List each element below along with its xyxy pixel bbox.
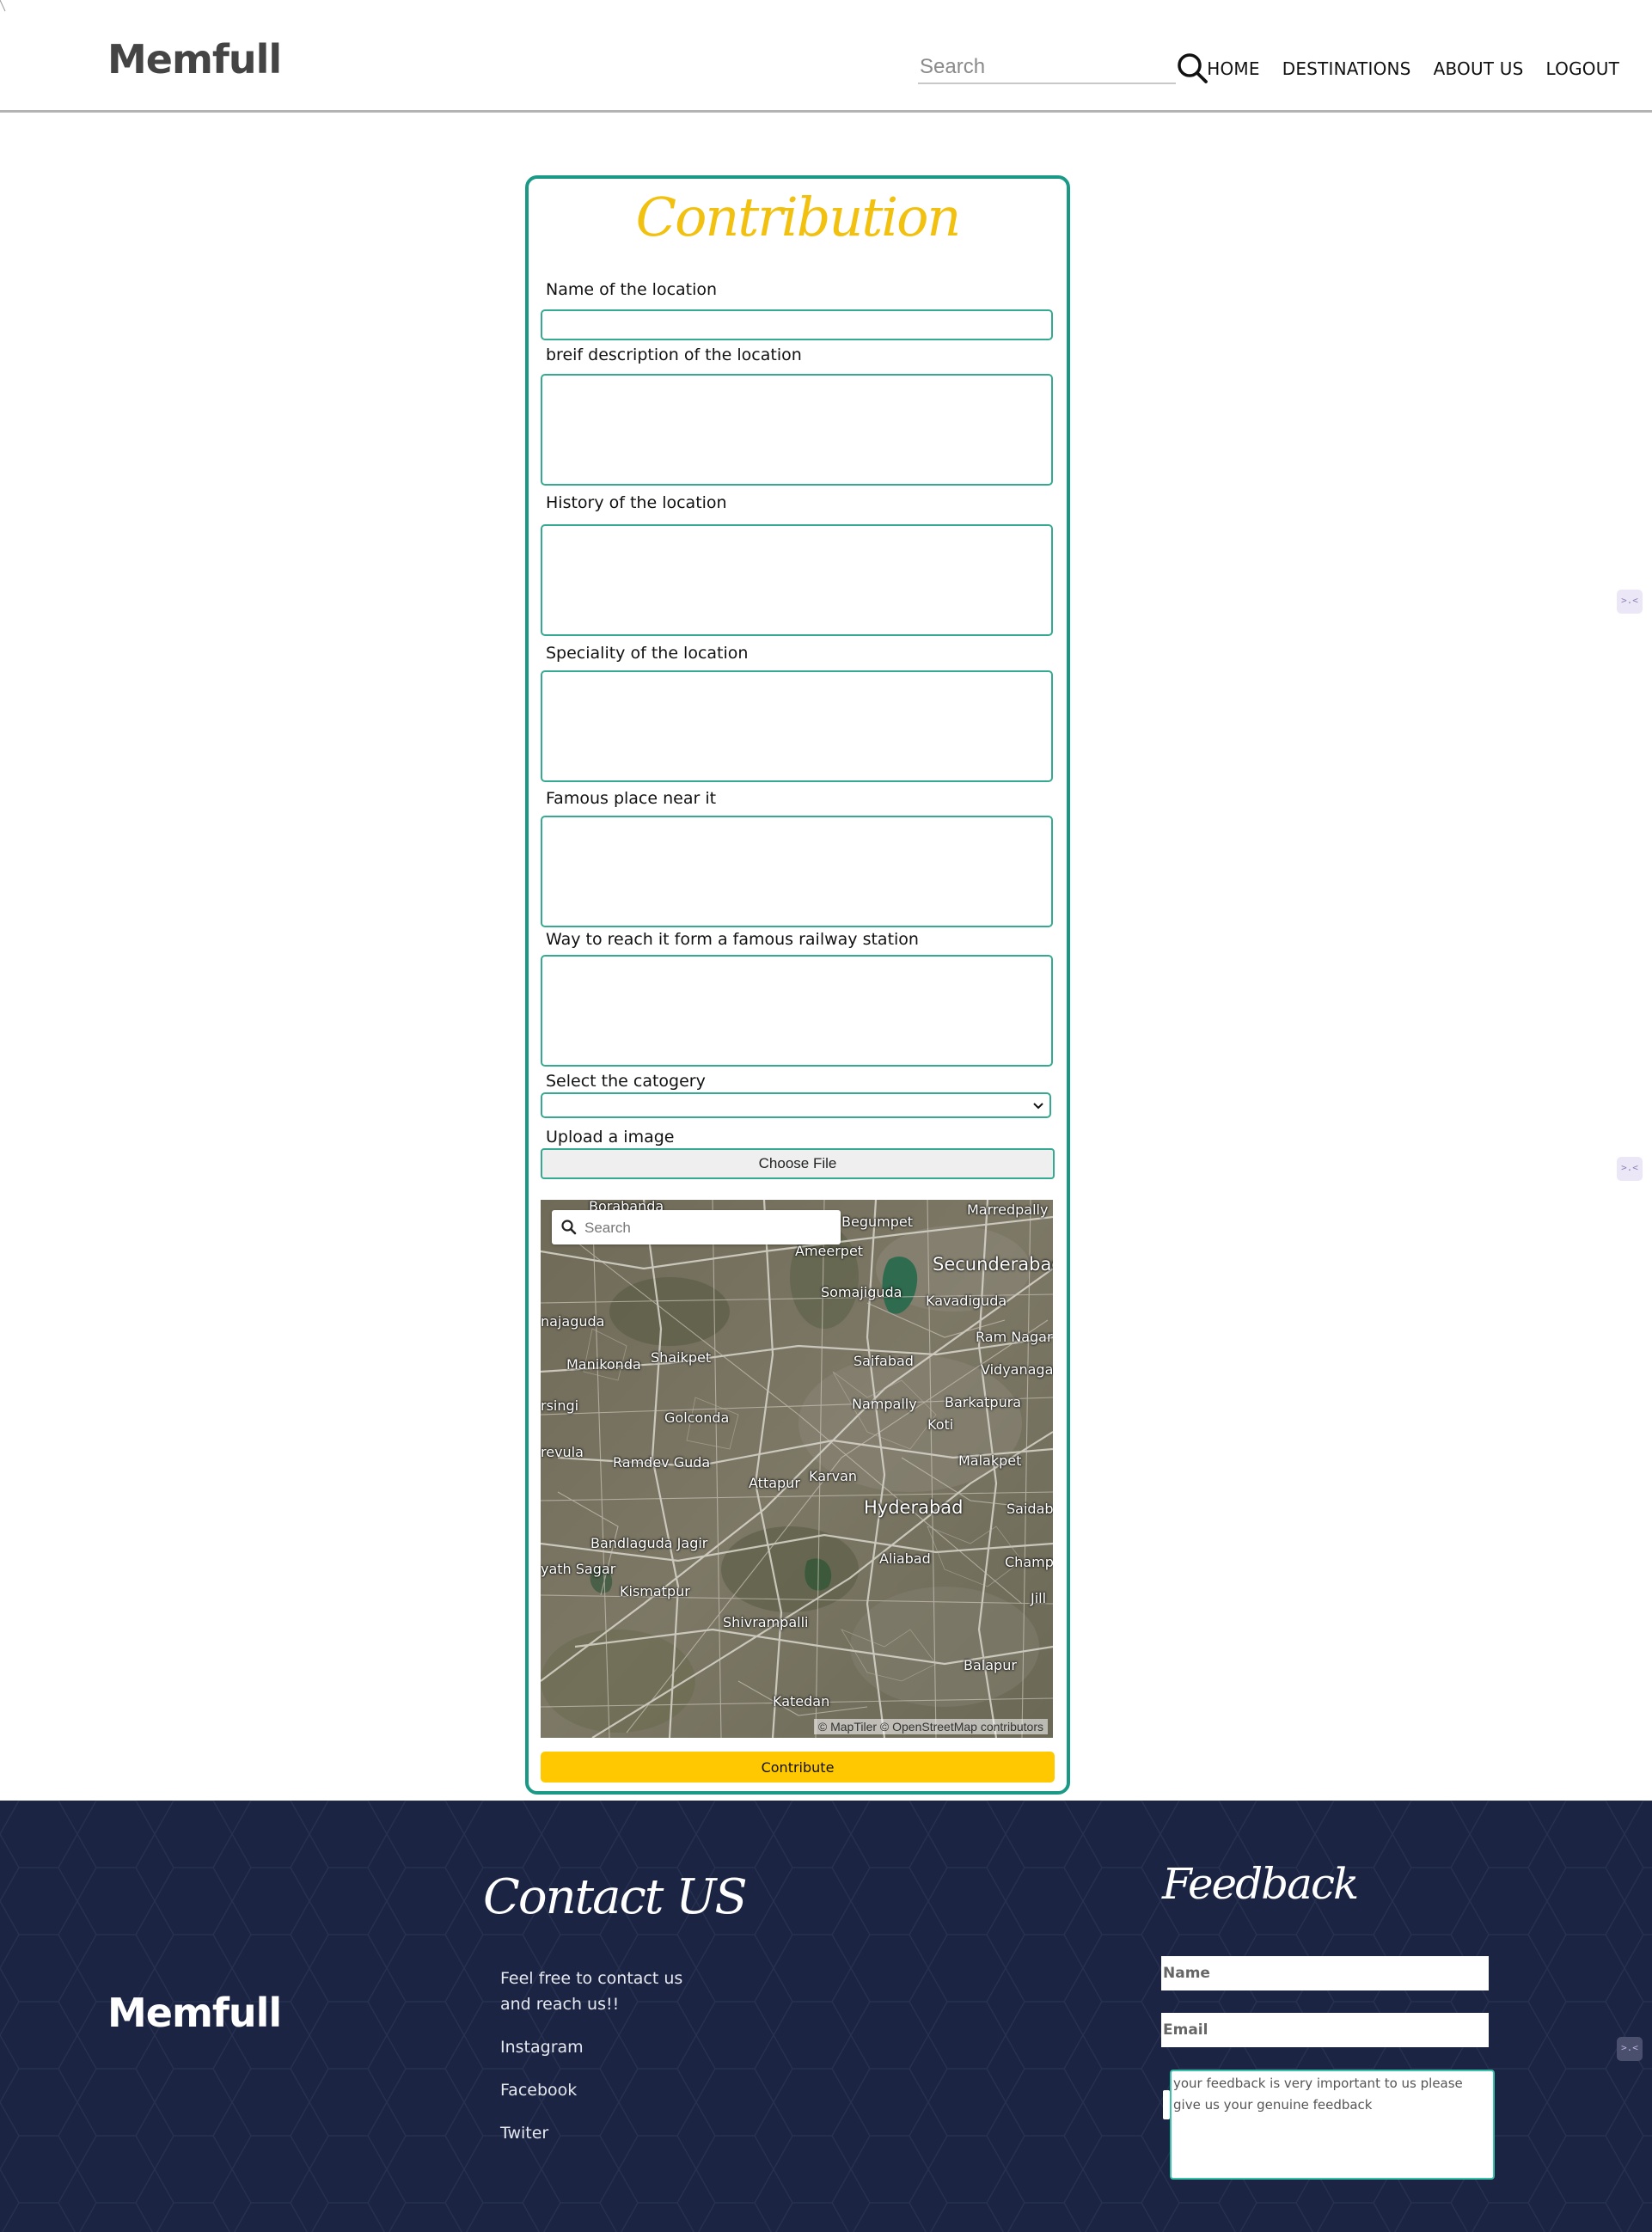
map-place: Champ [1005,1554,1053,1570]
category-select[interactable] [541,1092,1051,1118]
map-place: Vidyanagar [981,1361,1053,1378]
contact-text-line2: and reach us!! [500,1995,620,2014]
map-search-icon [561,1220,577,1235]
history-textarea[interactable] [541,524,1053,636]
map-place: Golconda [664,1410,730,1426]
speciality-label: Speciality of the location [546,644,749,663]
map-place: najaguda [541,1313,605,1330]
location-map[interactable]: Borabanda Begumpet Marredpally Ameerpet … [541,1200,1053,1738]
feedback-title: Feedback [1162,1859,1359,1909]
history-label: History of the location [546,493,727,512]
search-icon[interactable] [1176,52,1208,84]
description-textarea[interactable] [541,374,1053,486]
famous-place-label: Famous place near it [546,789,717,808]
top-header: Memfull HOME DESTINATIONS ABOUT US LOGOU… [0,0,1652,113]
map-place: Begumpet [841,1214,913,1230]
contribute-button[interactable]: Contribute [541,1752,1055,1783]
map-place: Balapur [964,1657,1017,1673]
map-place: Koti [927,1416,954,1433]
search-input[interactable] [918,52,1176,84]
way-to-reach-label: Way to reach it form a famous railway st… [546,930,919,949]
map-place: yath Sagar [541,1561,616,1577]
map-place: Kismatpur [620,1583,690,1599]
main-nav: HOME DESTINATIONS ABOUT US LOGOUT [1207,58,1619,79]
feedback-name-input[interactable] [1161,1956,1489,1990]
map-attribution: © MapTiler © OpenStreetMap contributors [813,1719,1048,1734]
map-place: Shivrampalli [723,1614,809,1630]
map-place: Jill [1031,1590,1047,1606]
nav-logout[interactable]: LOGOUT [1546,58,1619,79]
famous-place-textarea[interactable] [541,816,1053,927]
contact-title: Contact US [483,1869,748,1925]
location-name-label: Name of the location [546,280,718,299]
category-label: Select the catogery [546,1072,706,1091]
form-title: Contribution [635,186,962,248]
map-place: Saifabad [854,1353,914,1369]
description-label: breif description of the location [546,346,802,364]
map-place: Kavadiguda [926,1293,1007,1309]
map-place: rsingi [541,1397,579,1414]
map-place: Attapur [749,1475,800,1491]
textarea-edge [1163,2090,1170,2119]
corner-mark-icon [0,0,6,12]
map-search-box [552,1210,841,1244]
map-place: Manikonda [566,1356,641,1373]
map-place: Karvan [809,1468,858,1484]
feedback-textarea[interactable] [1170,2070,1495,2180]
map-place: Marredpally [967,1202,1049,1218]
instagram-link[interactable]: Instagram [500,2038,584,2057]
nav-destinations[interactable]: DESTINATIONS [1282,58,1411,79]
map-place: Secunderabad [933,1254,1053,1275]
nav-home[interactable]: HOME [1207,58,1259,79]
upload-label: Upload a image [546,1128,675,1147]
floating-widget-icon[interactable]: >.< [1617,2037,1643,2061]
way-to-reach-textarea[interactable] [541,955,1053,1067]
speciality-textarea[interactable] [541,670,1053,782]
facebook-link[interactable]: Facebook [500,2081,577,2100]
footer-logo: Memfull [107,1990,282,2036]
map-place: Hyderabad [864,1497,964,1518]
map-place: Ram Nagar [976,1329,1053,1345]
nav-about-us[interactable]: ABOUT US [1434,58,1524,79]
site-logo[interactable]: Memfull [107,36,282,83]
map-place: Aliabad [879,1550,931,1567]
map-place: Ramdev Guda [613,1454,711,1471]
floating-widget-icon[interactable]: >.< [1617,590,1643,614]
map-place: Bandlaguda Jagir [590,1535,708,1551]
map-place: Nampally [852,1396,917,1412]
contact-text-line1: Feel free to contact us [500,1969,683,1988]
map-place: Shaikpet [651,1349,712,1366]
contribution-form: Contribution Name of the location breif … [525,175,1070,1795]
map-place: revula [541,1444,584,1460]
floating-widget-icon[interactable]: >.< [1617,1157,1643,1181]
feedback-email-input[interactable] [1161,2013,1489,2047]
map-place: Saidab [1006,1501,1053,1517]
chevron-down-icon [1033,1103,1043,1110]
map-place: Katedan [773,1693,830,1709]
twitter-link[interactable]: Twiter [500,2124,548,2143]
location-name-input[interactable] [541,309,1053,340]
map-place: Barkatpura [945,1394,1022,1410]
map-place: Somajiguda [821,1284,902,1300]
choose-file-button[interactable]: Choose File [541,1148,1055,1179]
map-place: Ameerpet [795,1243,864,1259]
map-place: Malakpet [958,1452,1022,1469]
map-search-input[interactable] [583,1215,835,1241]
